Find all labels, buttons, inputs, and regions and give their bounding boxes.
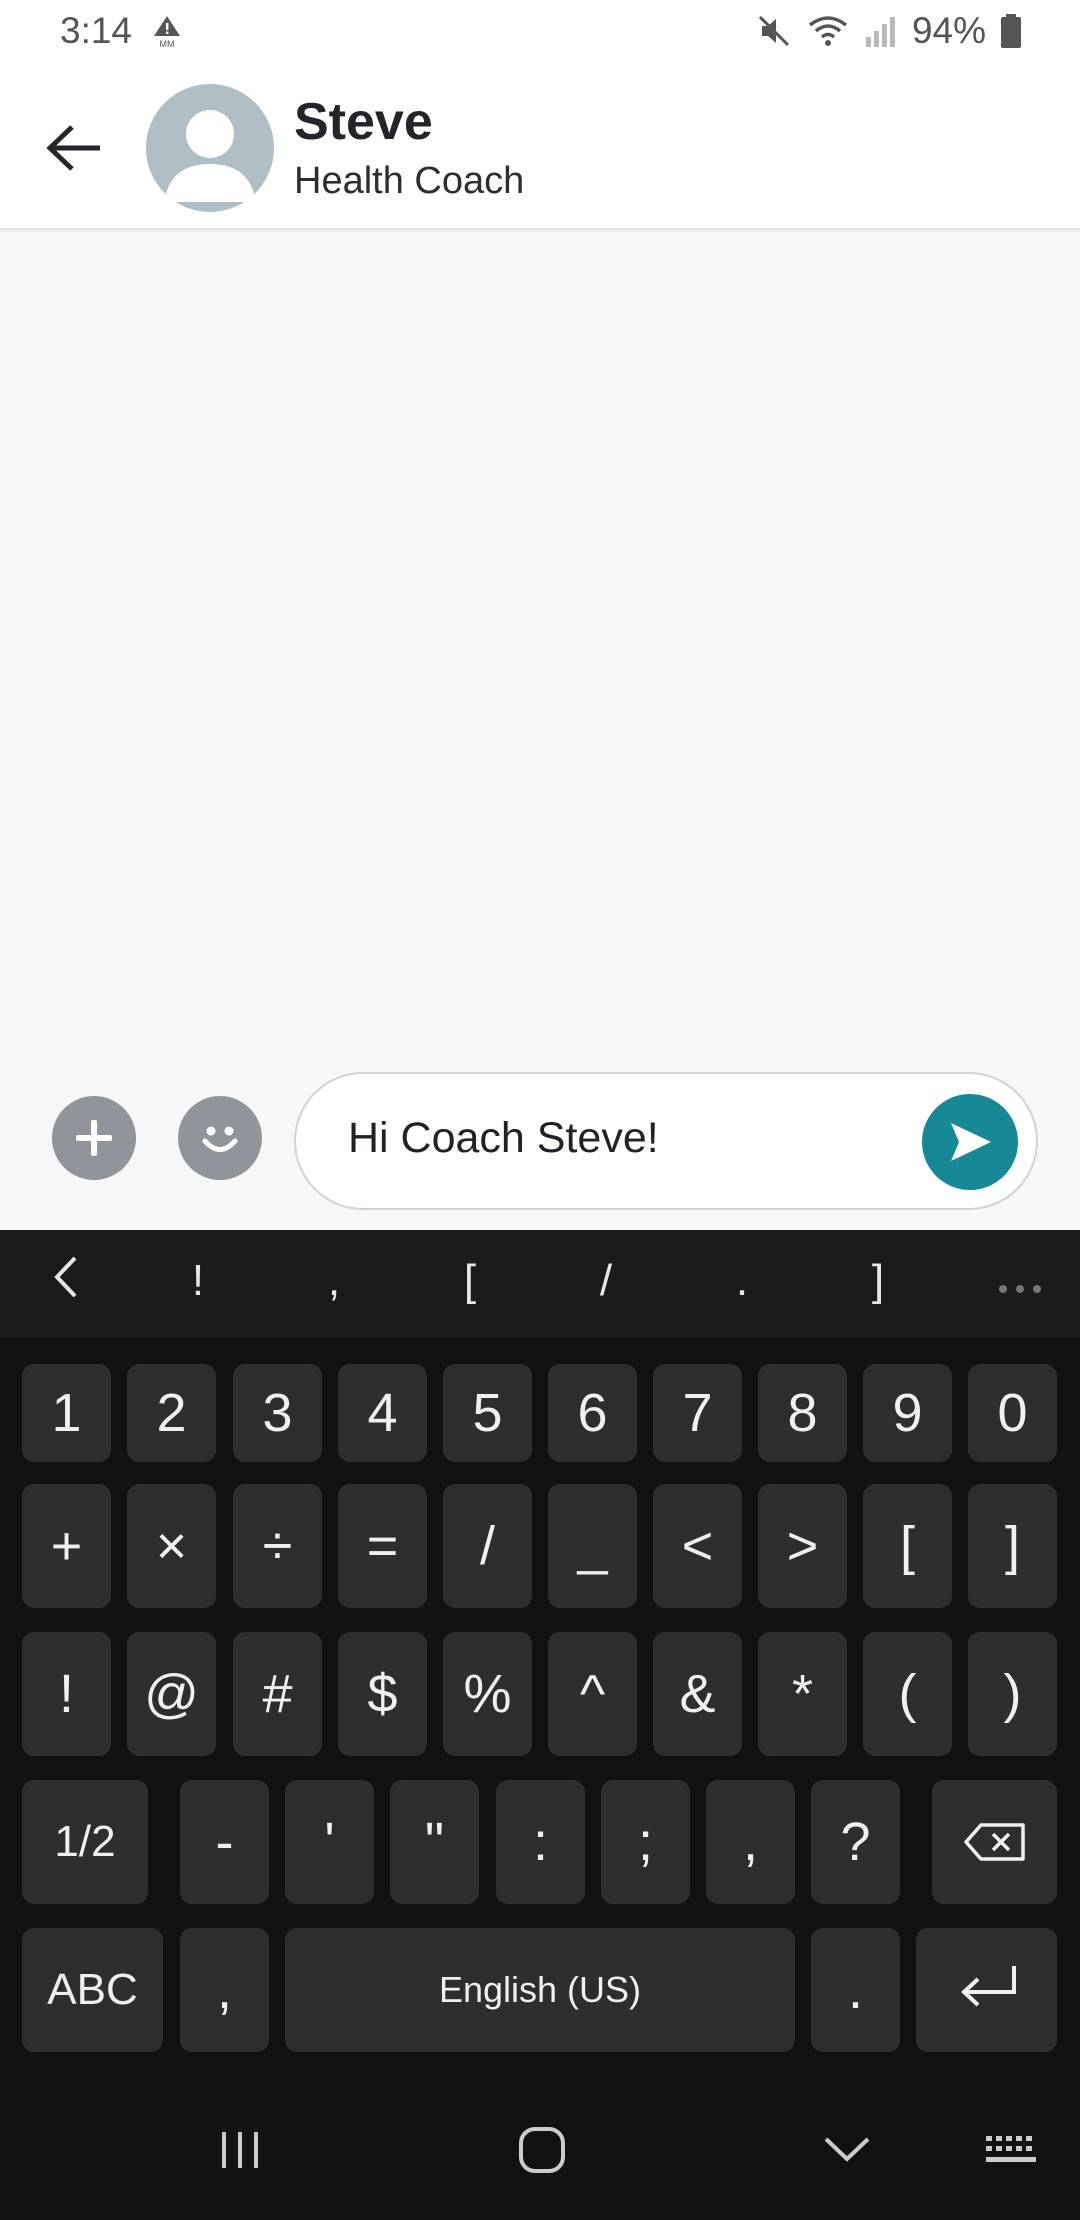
suggestion-key[interactable]: ! [168, 1256, 228, 1306]
symbol-suggestion-bar: ! , [ / . ] [0, 1230, 1080, 1338]
mute-icon [756, 13, 792, 49]
send-icon [951, 1123, 991, 1161]
battery-icon [1000, 13, 1022, 49]
key[interactable]: < [653, 1484, 742, 1608]
smiley-icon [202, 1126, 238, 1152]
key[interactable]: _ [548, 1484, 637, 1608]
status-bar: 3:14 MM 94% [0, 0, 1080, 64]
period-key[interactable]: . [811, 1928, 900, 2052]
back-button[interactable] [40, 114, 108, 182]
enter-key[interactable] [916, 1928, 1057, 2052]
key[interactable]: - [180, 1780, 269, 1904]
key[interactable]: 7 [653, 1364, 742, 1462]
key[interactable]: × [127, 1484, 216, 1608]
key[interactable]: 1 [22, 1364, 111, 1462]
key[interactable]: ! [22, 1632, 111, 1756]
key[interactable]: : [496, 1780, 585, 1904]
chevron-left-icon[interactable] [36, 1252, 96, 1313]
more-icon[interactable] [980, 1260, 1060, 1310]
battery-text: 94% [911, 10, 986, 51]
person-icon [164, 110, 256, 202]
send-button[interactable] [922, 1094, 1018, 1190]
back-down-icon[interactable] [815, 2120, 879, 2180]
key[interactable]: " [390, 1780, 479, 1904]
key[interactable]: & [653, 1632, 742, 1756]
key[interactable]: ] [968, 1484, 1057, 1608]
suggestion-key[interactable]: ] [848, 1256, 908, 1306]
contact-name: Steve [294, 93, 433, 151]
signal-icon [864, 13, 898, 49]
key[interactable]: ^ [548, 1632, 637, 1756]
message-input[interactable]: Hi Coach Steve! [294, 1072, 1038, 1210]
key[interactable]: 9 [863, 1364, 952, 1462]
status-icons: 94% [756, 10, 1022, 52]
key[interactable]: + [22, 1484, 111, 1608]
key[interactable]: 4 [338, 1364, 427, 1462]
key[interactable]: ÷ [233, 1484, 322, 1608]
key[interactable]: 5 [443, 1364, 532, 1462]
recent-apps-icon[interactable] [210, 2120, 270, 2180]
key[interactable]: / [443, 1484, 532, 1608]
key[interactable]: = [338, 1484, 427, 1608]
alert-label: MM [160, 39, 175, 48]
add-attachment-button[interactable] [52, 1096, 136, 1180]
contact-role: Health Coach [294, 160, 525, 202]
spacebar[interactable]: English (US) [285, 1928, 795, 2052]
key[interactable]: 8 [758, 1364, 847, 1462]
fraction-page-key[interactable]: 1/2 [22, 1780, 148, 1904]
back-arrow-icon [46, 125, 100, 171]
system-nav-bar [0, 2080, 1080, 2220]
key[interactable]: ( [863, 1632, 952, 1756]
message-composer: Hi Coach Steve! [0, 1070, 1080, 1230]
chat-header: Steve Health Coach [0, 64, 1080, 230]
message-list[interactable] [0, 232, 1080, 1070]
key[interactable]: 2 [127, 1364, 216, 1462]
avatar[interactable] [146, 84, 274, 212]
enter-icon [960, 1966, 1016, 2007]
suggestion-key[interactable]: / [576, 1256, 636, 1306]
alert-icon: MM [150, 14, 184, 49]
key[interactable]: ? [811, 1780, 900, 1904]
key[interactable]: # [233, 1632, 322, 1756]
key[interactable]: > [758, 1484, 847, 1608]
wifi-icon [806, 13, 850, 49]
key[interactable]: ; [601, 1780, 690, 1904]
emoji-button[interactable] [178, 1096, 262, 1180]
key[interactable]: ) [968, 1632, 1057, 1756]
backspace-icon [963, 1823, 1025, 1861]
key[interactable]: 6 [548, 1364, 637, 1462]
suggestion-key[interactable]: , [304, 1256, 364, 1306]
key[interactable]: % [443, 1632, 532, 1756]
message-input-text: Hi Coach Steve! [348, 1114, 659, 1162]
key[interactable]: @ [127, 1632, 216, 1756]
key[interactable]: [ [863, 1484, 952, 1608]
key[interactable]: 0 [968, 1364, 1057, 1462]
key[interactable]: , [706, 1780, 795, 1904]
suggestion-key[interactable]: . [712, 1256, 772, 1306]
suggestion-key[interactable]: [ [440, 1256, 500, 1306]
status-time: 3:14 [60, 10, 133, 51]
key[interactable]: ' [285, 1780, 374, 1904]
backspace-key[interactable] [932, 1780, 1057, 1904]
home-icon[interactable] [510, 2120, 574, 2180]
comma-key[interactable]: , [180, 1928, 269, 2052]
keyboard: ! , [ / . ] 1 2 3 4 5 6 7 8 9 0 + × ÷ = … [0, 1230, 1080, 2220]
keyboard-icon[interactable] [980, 2120, 1044, 2180]
key[interactable]: * [758, 1632, 847, 1756]
abc-key[interactable]: ABC [22, 1928, 163, 2052]
key[interactable]: $ [338, 1632, 427, 1756]
key[interactable]: 3 [233, 1364, 322, 1462]
plus-icon [76, 1120, 112, 1156]
